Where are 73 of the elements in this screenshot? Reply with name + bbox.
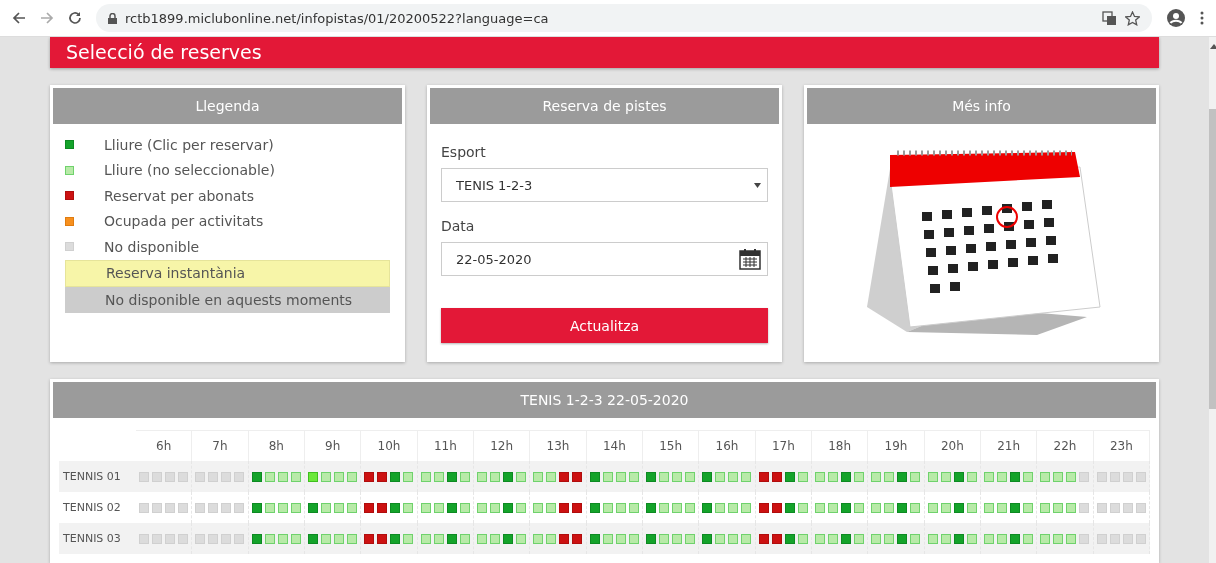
date-field[interactable]: 22-05-2020 (441, 242, 768, 276)
time-slot[interactable] (784, 471, 795, 482)
field-label: Esport (441, 144, 487, 160)
time-slot[interactable] (841, 533, 852, 544)
scroll-up-icon[interactable] (1209, 43, 1216, 49)
menu-icon[interactable] (1200, 11, 1204, 25)
time-slot[interactable] (503, 471, 514, 482)
account-icon[interactable] (1166, 8, 1186, 28)
time-slot[interactable] (897, 471, 908, 482)
time-slot[interactable] (251, 502, 262, 513)
forward-icon[interactable] (40, 11, 54, 25)
time-slot[interactable] (589, 471, 600, 482)
time-slot[interactable] (251, 533, 262, 544)
time-slot[interactable] (589, 502, 600, 513)
back-icon[interactable] (12, 11, 26, 25)
time-slot[interactable] (446, 471, 457, 482)
time-slot[interactable] (589, 533, 600, 544)
time-slot[interactable] (953, 471, 964, 482)
time-slot[interactable] (646, 502, 657, 513)
time-slot[interactable] (503, 533, 514, 544)
reload-icon[interactable] (68, 11, 82, 25)
time-slot[interactable] (1010, 471, 1021, 482)
legend-label: Reserva instantània (106, 265, 246, 282)
page-title: Selecció de reserves (50, 37, 1159, 68)
time-slot[interactable] (897, 533, 908, 544)
time-slot[interactable] (390, 533, 401, 544)
calendar-icon[interactable] (739, 248, 761, 270)
legend-label: Ocupada per activitats (104, 213, 264, 230)
scrollbar-thumb[interactable] (1209, 109, 1216, 409)
court-name: TENNIS 03 (59, 523, 136, 554)
update-button[interactable]: Actualitza (441, 308, 768, 343)
legend-label: No disponible (104, 238, 200, 255)
time-slot[interactable] (1010, 533, 1021, 544)
time-slot[interactable] (897, 502, 908, 513)
time-slot[interactable] (953, 502, 964, 513)
panel-header: Reserva de pistes (430, 88, 779, 124)
field-label: Data (441, 218, 476, 234)
time-slot[interactable] (953, 533, 964, 544)
panel-header: Llegenda (53, 88, 402, 124)
scrollbar[interactable] (1209, 37, 1216, 563)
caret-icon (754, 182, 761, 188)
time-slot[interactable] (841, 502, 852, 513)
time-slot[interactable] (446, 502, 457, 513)
grid-header: TENIS 1-2-3 22-05-2020 (53, 382, 1156, 418)
time-slot[interactable] (1010, 502, 1021, 513)
time-slot[interactable] (702, 471, 713, 482)
time-slot[interactable] (702, 502, 713, 513)
legend-label: Lliure (no seleccionable) (104, 162, 275, 179)
time-slot[interactable] (446, 533, 457, 544)
time-slot[interactable] (308, 533, 319, 544)
time-slot[interactable] (308, 471, 319, 482)
legend-label: No disponible en aquests moments (105, 291, 353, 308)
court-name: TENNIS 01 (59, 461, 136, 492)
time-slot[interactable] (308, 502, 319, 513)
time-slot[interactable] (390, 502, 401, 513)
star-icon[interactable] (1125, 10, 1140, 26)
address-bar[interactable]: rctb1899.miclubonline.net/infopistas/01/20200522?language=ca (96, 4, 1152, 32)
legend-label: Reservat per abonats (104, 187, 255, 204)
panel-header: Més info (807, 88, 1156, 124)
time-slot[interactable] (390, 471, 401, 482)
time-slot[interactable] (702, 533, 713, 544)
time-slot[interactable] (646, 533, 657, 544)
time-slot[interactable] (784, 533, 795, 544)
court-name: TENNIS 02 (62, 500, 122, 516)
time-slot[interactable] (646, 471, 657, 482)
lock-icon (108, 12, 117, 24)
sport-select[interactable]: TENIS 1-2-3 (441, 168, 768, 202)
time-slot[interactable] (784, 502, 795, 513)
url-text: rctb1899.miclubonline.net/infopistas/01/20200522?language=ca (125, 10, 549, 26)
time-slot[interactable] (251, 471, 262, 482)
legend-label: Lliure (Clic per reservar) (104, 136, 274, 153)
time-slot[interactable] (503, 502, 514, 513)
time-slot[interactable] (841, 471, 852, 482)
